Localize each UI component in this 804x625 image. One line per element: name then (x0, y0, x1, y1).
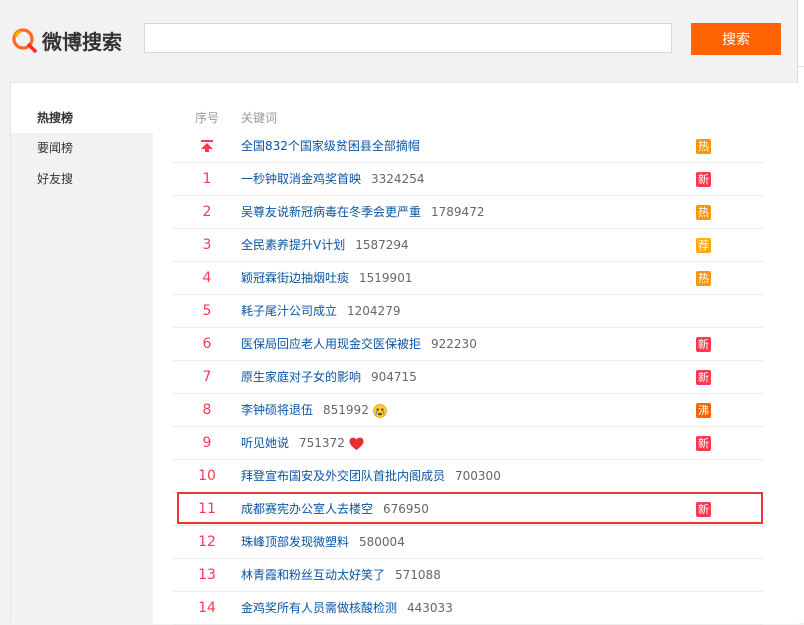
column-header-rank: 序号 (195, 111, 220, 125)
header: 微博搜索 搜索 (0, 0, 804, 70)
rank-number: 14 (198, 600, 216, 616)
table-row: 7 原生家庭对子女的影响 904715 新 (173, 361, 763, 394)
search-count: 443033 (407, 601, 453, 615)
keyword-link[interactable]: 李钟硕将退伍 851992 (241, 394, 387, 426)
rank-number: 1 (202, 171, 212, 187)
new-badge: 新 (696, 337, 711, 352)
hot-badge: 热 (696, 271, 711, 286)
new-badge: 新 (696, 502, 711, 517)
table-row: 13 林青霞和粉丝互动太好笑了 571088 (173, 559, 763, 592)
search-count: 1204279 (347, 304, 401, 318)
rank-number: 13 (198, 567, 216, 583)
page-right-edge (797, 0, 804, 623)
rank-number: 12 (198, 534, 216, 550)
keyword-link[interactable]: 听见她说 751372 (241, 427, 364, 459)
keyword-link[interactable]: 金鸡奖所有人员需做核酸检测 443033 (241, 592, 453, 624)
rank-number: 5 (202, 303, 212, 319)
search-count: 1587294 (355, 238, 409, 252)
pinned-icon (173, 130, 241, 162)
search-count: 700300 (455, 469, 501, 483)
rank-number: 10 (198, 468, 216, 484)
keyword-link[interactable]: 珠峰顶部发现微塑料 580004 (241, 526, 405, 558)
sidebar-item-news[interactable]: 要闻榜 (11, 133, 153, 163)
new-badge: 新 (696, 370, 711, 385)
new-badge: 新 (696, 436, 711, 451)
search-count: 571088 (395, 568, 441, 582)
rank-number: 7 (202, 369, 212, 385)
table-row: 12 珠峰顶部发现微塑料 580004 (173, 526, 763, 559)
new-badge: 新 (696, 172, 711, 187)
hot-badge: 热 (696, 205, 711, 220)
keyword-link[interactable]: 原生家庭对子女的影响 904715 (241, 361, 417, 393)
search-count: 904715 (371, 370, 417, 384)
recommend-badge: 荐 (696, 238, 711, 253)
column-header-keyword: 关键词 (241, 111, 278, 125)
search-button[interactable]: 搜索 (691, 23, 781, 55)
table-row: 14 金鸡奖所有人员需做核酸检测 443033 (173, 592, 763, 625)
sidebar: 热搜榜 要闻榜 好友搜 (11, 83, 153, 624)
table-row: 全国832个国家级贫困县全部摘帽 热 (173, 130, 763, 163)
rank-number: 6 (202, 336, 212, 352)
cry-face-icon (372, 403, 387, 418)
table-row: 6 医保局回应老人用现金交医保被拒 922230 新 (173, 328, 763, 361)
sidebar-item-friends[interactable]: 好友搜 (11, 164, 153, 194)
keyword-link[interactable]: 全民素养提升V计划 1587294 (241, 229, 409, 261)
rank-number: 3 (202, 237, 212, 253)
rank-number: 2 (202, 204, 212, 220)
keyword-link[interactable]: 拜登宣布国安及外交团队首批内阁成员 700300 (241, 460, 501, 492)
search-count: 676950 (383, 502, 429, 516)
table-row: 9 听见她说 751372 新 (173, 427, 763, 460)
table-row: 1 一秒钟取消金鸡奖首映 3324254 新 (173, 163, 763, 196)
rank-number: 8 (202, 402, 212, 418)
keyword-link[interactable]: 颖冠霖街边抽烟吐痰 1519901 (241, 262, 412, 294)
search-input[interactable] (144, 23, 672, 53)
keyword-link[interactable]: 成都赛宪办公室人去楼空 676950 (241, 493, 429, 525)
hot-badge: 热 (696, 139, 711, 154)
table-row: 8 李钟硕将退伍 851992 沸 (173, 394, 763, 427)
search-count: 751372 (299, 436, 345, 450)
heart-icon (349, 437, 364, 450)
keyword-link[interactable]: 一秒钟取消金鸡奖首映 3324254 (241, 163, 424, 195)
weibo-search-logo[interactable]: 微博搜索 (10, 22, 122, 58)
table-row: 5 耗子尾汁公司成立 1204279 (173, 295, 763, 328)
keyword-link[interactable]: 吴尊友说新冠病毒在冬季会更严重 1789472 (241, 196, 484, 228)
table-row: 2 吴尊友说新冠病毒在冬季会更严重 1789472 热 (173, 196, 763, 229)
hot-search-list: 序号 关键词 全国832个国家级贫困县全部摘帽 热 1 一秒钟取消金鸡奖首映 33… (153, 83, 798, 625)
search-count: 1789472 (431, 205, 485, 219)
search-count: 580004 (359, 535, 405, 549)
search-logo-icon (12, 28, 37, 53)
table-row: 11 成都赛宪办公室人去楼空 676950 新 (173, 493, 763, 526)
rank-number: 4 (202, 270, 212, 286)
boiling-badge: 沸 (696, 403, 711, 418)
search-count: 3324254 (371, 172, 425, 186)
search-count: 1519901 (359, 271, 413, 285)
hot-search-panel: 热搜榜 要闻榜 好友搜 序号 关键词 全国832个国家级贫困县全部摘帽 热 1 … (10, 82, 798, 625)
search-count: 851992 (323, 403, 369, 417)
sidebar-item-hot-search[interactable]: 热搜榜 (11, 103, 153, 133)
table-row: 4 颖冠霖街边抽烟吐痰 1519901 热 (173, 262, 763, 295)
keyword-link[interactable]: 林青霞和粉丝互动太好笑了 571088 (241, 559, 441, 591)
table-row: 10 拜登宣布国安及外交团队首批内阁成员 700300 (173, 460, 763, 493)
keyword-link[interactable]: 耗子尾汁公司成立 1204279 (241, 295, 400, 327)
rank-number: 11 (198, 501, 216, 517)
search-count: 922230 (431, 337, 477, 351)
keyword-link[interactable]: 医保局回应老人用现金交医保被拒 922230 (241, 328, 477, 360)
rank-number: 9 (202, 435, 212, 451)
keyword-link[interactable]: 全国832个国家级贫困县全部摘帽 (241, 130, 420, 162)
logo-text: 微博搜索 (42, 29, 122, 54)
table-row: 3 全民素养提升V计划 1587294 荐 (173, 229, 763, 262)
